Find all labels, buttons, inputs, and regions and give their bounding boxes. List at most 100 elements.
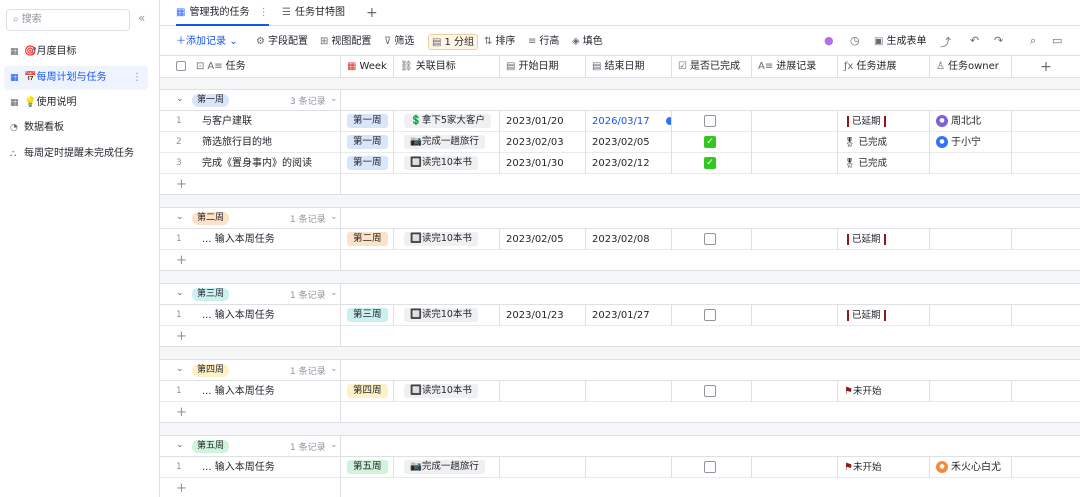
add-row-button[interactable]: + bbox=[160, 402, 341, 423]
chevron-down-icon[interactable]: ⌄ bbox=[176, 440, 184, 450]
more-icon[interactable]: ⋮ bbox=[132, 66, 142, 90]
week-cell[interactable]: 第二周 bbox=[341, 229, 394, 250]
chevron-down-icon[interactable]: ⌄ bbox=[176, 212, 184, 222]
add-tab-button[interactable]: + bbox=[366, 0, 378, 26]
start-date-cell[interactable] bbox=[500, 381, 586, 402]
group-header[interactable]: ⌄ 第四周 1 条记录 ⌄ bbox=[160, 360, 1080, 381]
table-row[interactable]: 1 ... 输入本周任务 第二周 🔲读完10本书 2023/02/05 2023/02/0… bbox=[160, 229, 1080, 250]
start-date-cell[interactable]: 2023/02/05 bbox=[500, 229, 586, 250]
header-goal[interactable]: ⛓ 关联目标 bbox=[394, 56, 500, 78]
add-record-button[interactable]: ＋添加记录 ⌄ bbox=[176, 34, 238, 50]
goal-cell[interactable]: 🔲读完10本书 bbox=[394, 305, 500, 326]
group-header[interactable]: ⌄ 第五周 1 条记录 ⌄ bbox=[160, 436, 1080, 457]
progress-log-cell[interactable] bbox=[752, 229, 838, 250]
group-count-chevron-icon[interactable]: ⌄ bbox=[330, 94, 338, 104]
completed-cell[interactable] bbox=[672, 457, 752, 478]
undo-icon[interactable]: ↶ bbox=[970, 34, 979, 47]
completed-cell[interactable] bbox=[672, 381, 752, 402]
collapse-sidebar-icon[interactable]: « bbox=[138, 11, 145, 25]
header-owner[interactable]: ♙ 任务owner bbox=[930, 56, 1012, 78]
row-height-button[interactable]: ≡ 行高 bbox=[528, 34, 559, 50]
completed-cell[interactable]: ✓ bbox=[672, 132, 752, 153]
table-row[interactable]: 1 与客户建联 第一周 💲拿下5家大客户 2023/01/20 2026/03/17 已延期… bbox=[160, 111, 1080, 132]
add-column-button[interactable]: + bbox=[1012, 56, 1080, 78]
owner-cell[interactable] bbox=[930, 229, 1012, 250]
group-header[interactable]: ⌄ 第二周 1 条记录 ⌄ bbox=[160, 208, 1080, 229]
goal-cell[interactable]: 📷完成一趟旅行 bbox=[394, 132, 500, 153]
add-row-button[interactable]: + bbox=[160, 250, 341, 271]
header-task[interactable]: ⊡ A≡ 任务 bbox=[160, 56, 341, 78]
sidebar-item-monthly-goals[interactable]: ▦ 🎯月度目标 bbox=[4, 40, 148, 64]
owner-cell[interactable]: ● 周北北 bbox=[930, 111, 1012, 132]
header-progress[interactable]: ƒx 任务进展 bbox=[838, 56, 930, 78]
completed-cell[interactable] bbox=[672, 229, 752, 250]
history-icon[interactable]: ◷ bbox=[850, 34, 860, 47]
share-icon[interactable]: ⤴ bbox=[940, 34, 951, 50]
fill-color-button[interactable]: ◈ 填色 bbox=[572, 34, 603, 50]
task-cell[interactable]: 1 ... 输入本周任务 bbox=[160, 381, 341, 402]
select-all-checkbox[interactable] bbox=[176, 61, 186, 71]
start-date-cell[interactable]: 2023/02/03 bbox=[500, 132, 586, 153]
week-cell[interactable]: 第一周 bbox=[341, 111, 394, 132]
task-cell[interactable]: 1 与客户建联 bbox=[160, 111, 341, 132]
goal-cell[interactable]: 💲拿下5家大客户 bbox=[394, 111, 500, 132]
table-row[interactable]: 2 筛选旅行目的地 第一周 📷完成一趟旅行 2023/02/03 2023/02/05 ✓ 🎖… bbox=[160, 132, 1080, 153]
completed-checkbox[interactable] bbox=[704, 461, 716, 473]
header-week[interactable]: ▦ Week bbox=[341, 56, 394, 78]
progress-log-cell[interactable] bbox=[752, 457, 838, 478]
group-button[interactable]: ▤ 1 分组 bbox=[428, 34, 478, 50]
group-header[interactable]: ⌄ 第一周 3 条记录 ⌄ bbox=[160, 90, 1080, 111]
progress-log-cell[interactable] bbox=[752, 153, 838, 174]
week-cell[interactable]: 第三周 bbox=[341, 305, 394, 326]
start-date-cell[interactable]: 2023/01/30 bbox=[500, 153, 586, 174]
sidebar-item-dashboard[interactable]: ◔ 数据看板 bbox=[4, 116, 148, 140]
task-cell[interactable]: 1 ... 输入本周任务 bbox=[160, 457, 341, 478]
header-progress-log[interactable]: A≡ 进展记录 bbox=[752, 56, 838, 78]
chevron-down-icon[interactable]: ⌄ bbox=[176, 94, 184, 104]
goal-cell[interactable]: 🔲读完10本书 bbox=[394, 229, 500, 250]
completed-checkbox[interactable] bbox=[704, 385, 716, 397]
table-row[interactable]: 3 完成《置身事内》的阅读 第一周 🔲读完10本书 2023/01/30 2023/02/… bbox=[160, 153, 1080, 174]
goal-cell[interactable]: 🔲读完10本书 bbox=[394, 153, 500, 174]
add-row-button[interactable]: + bbox=[160, 174, 341, 195]
progress-log-cell[interactable] bbox=[752, 111, 838, 132]
goal-cell[interactable]: 🔲读完10本书 bbox=[394, 381, 500, 402]
group-count-chevron-icon[interactable]: ⌄ bbox=[330, 288, 338, 298]
start-date-cell[interactable]: 2023/01/20 bbox=[500, 111, 586, 132]
completed-checkbox[interactable] bbox=[704, 115, 716, 127]
search-records-icon[interactable]: ⌕ bbox=[1030, 34, 1036, 48]
start-date-cell[interactable]: 2023/01/23 bbox=[500, 305, 586, 326]
chevron-down-icon[interactable]: ⌄ bbox=[176, 364, 184, 374]
sidebar-item-weekly-plan[interactable]: ▦ 📅每周计划与任务 ⋮ bbox=[4, 66, 148, 90]
tab-gantt[interactable]: ☰ 任务甘特图 bbox=[282, 0, 345, 26]
week-cell[interactable]: 第一周 bbox=[341, 153, 394, 174]
task-cell[interactable]: 3 完成《置身事内》的阅读 bbox=[160, 153, 341, 174]
header-completed[interactable]: ☑ 是否已完成 bbox=[672, 56, 752, 78]
sidebar-item-instructions[interactable]: ▦ 💡使用说明 bbox=[4, 91, 148, 115]
week-cell[interactable]: 第四周 bbox=[341, 381, 394, 402]
add-row-button[interactable]: + bbox=[160, 326, 341, 347]
progress-log-cell[interactable] bbox=[752, 132, 838, 153]
table-row[interactable]: 1... 输入本周任务 第五周 📷完成一趟旅行 ⚑未开始 ● 禾火心白尤 bbox=[160, 457, 1080, 478]
end-date-cell[interactable]: 2026/03/17 bbox=[586, 111, 672, 132]
end-date-cell[interactable] bbox=[586, 381, 672, 402]
group-count-chevron-icon[interactable]: ⌄ bbox=[330, 364, 338, 374]
redo-icon[interactable]: ↷ bbox=[994, 34, 1003, 47]
header-start-date[interactable]: ▤ 开始日期 bbox=[500, 56, 586, 78]
completed-cell[interactable]: ✓ bbox=[672, 153, 752, 174]
task-cell[interactable]: 2 筛选旅行目的地 bbox=[160, 132, 341, 153]
end-date-cell[interactable]: 2023/01/27 bbox=[586, 305, 672, 326]
search-input[interactable]: ⌕ 搜索 bbox=[6, 9, 130, 31]
completed-checkbox[interactable] bbox=[704, 233, 716, 245]
sort-button[interactable]: ⇅ 排序 bbox=[484, 34, 515, 50]
completed-checkbox[interactable]: ✓ bbox=[704, 157, 716, 169]
end-date-cell[interactable]: 2023/02/12 bbox=[586, 153, 672, 174]
end-date-cell[interactable]: 2023/02/05 bbox=[586, 132, 672, 153]
filter-button[interactable]: ⊽ 筛选 bbox=[384, 34, 414, 50]
completed-cell[interactable] bbox=[672, 111, 752, 132]
sidebar-item-automation[interactable]: ⛬ 每周定时提醒未完成任务 bbox=[4, 142, 148, 166]
week-cell[interactable]: 第五周 bbox=[341, 457, 394, 478]
progress-log-cell[interactable] bbox=[752, 381, 838, 402]
group-count-chevron-icon[interactable]: ⌄ bbox=[330, 440, 338, 450]
group-count-chevron-icon[interactable]: ⌄ bbox=[330, 212, 338, 222]
